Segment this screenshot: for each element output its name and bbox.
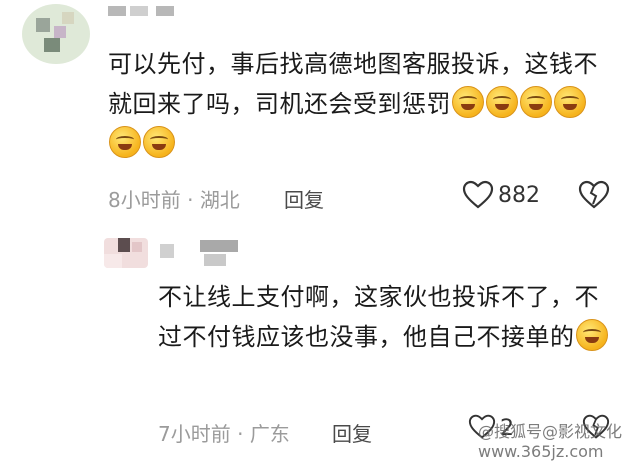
comment-text: 可以先付，事后找高德地图客服投诉，这钱不就回来了吗，司机还会受到惩罚	[108, 44, 608, 164]
comment-meta: 8小时前 · 湖北	[108, 188, 240, 212]
like-count: 882	[498, 183, 540, 208]
grin-emoji-icon	[575, 319, 608, 351]
comment-text: 不让线上支付啊，这家伙也投诉不了，不过不付钱应该也没事，他自己不接单的	[158, 277, 618, 357]
comment-body: 不让线上支付啊，这家伙也投诉不了，不过不付钱应该也没事，他自己不接单的	[158, 283, 599, 351]
username-mosaic[interactable]	[160, 240, 250, 270]
comment-time: 8小时前	[108, 188, 181, 212]
comment-meta: 7小时前 · 广东	[158, 422, 290, 446]
grin-emoji-icon	[109, 126, 141, 158]
comment-time: 7小时前	[158, 422, 231, 446]
heart-outline-icon[interactable]	[462, 180, 494, 210]
grin-emoji-icon	[452, 86, 484, 118]
user-avatar[interactable]	[104, 238, 148, 268]
broken-heart-icon[interactable]	[578, 180, 610, 210]
reply-button[interactable]: 回复	[332, 418, 372, 447]
reply-button[interactable]: 回复	[284, 184, 324, 213]
username-mosaic[interactable]	[108, 6, 178, 18]
watermark: @搜狐号@影视文化 www.365jz.com	[478, 422, 623, 461]
comment-location: 湖北	[199, 188, 240, 212]
grin-emoji-icon	[520, 86, 552, 118]
grin-emoji-icon	[143, 126, 175, 158]
grin-emoji-icon	[486, 86, 518, 118]
comment-location: 广东	[249, 422, 290, 446]
user-avatar[interactable]	[22, 4, 90, 64]
grin-emoji-icon	[554, 86, 586, 118]
